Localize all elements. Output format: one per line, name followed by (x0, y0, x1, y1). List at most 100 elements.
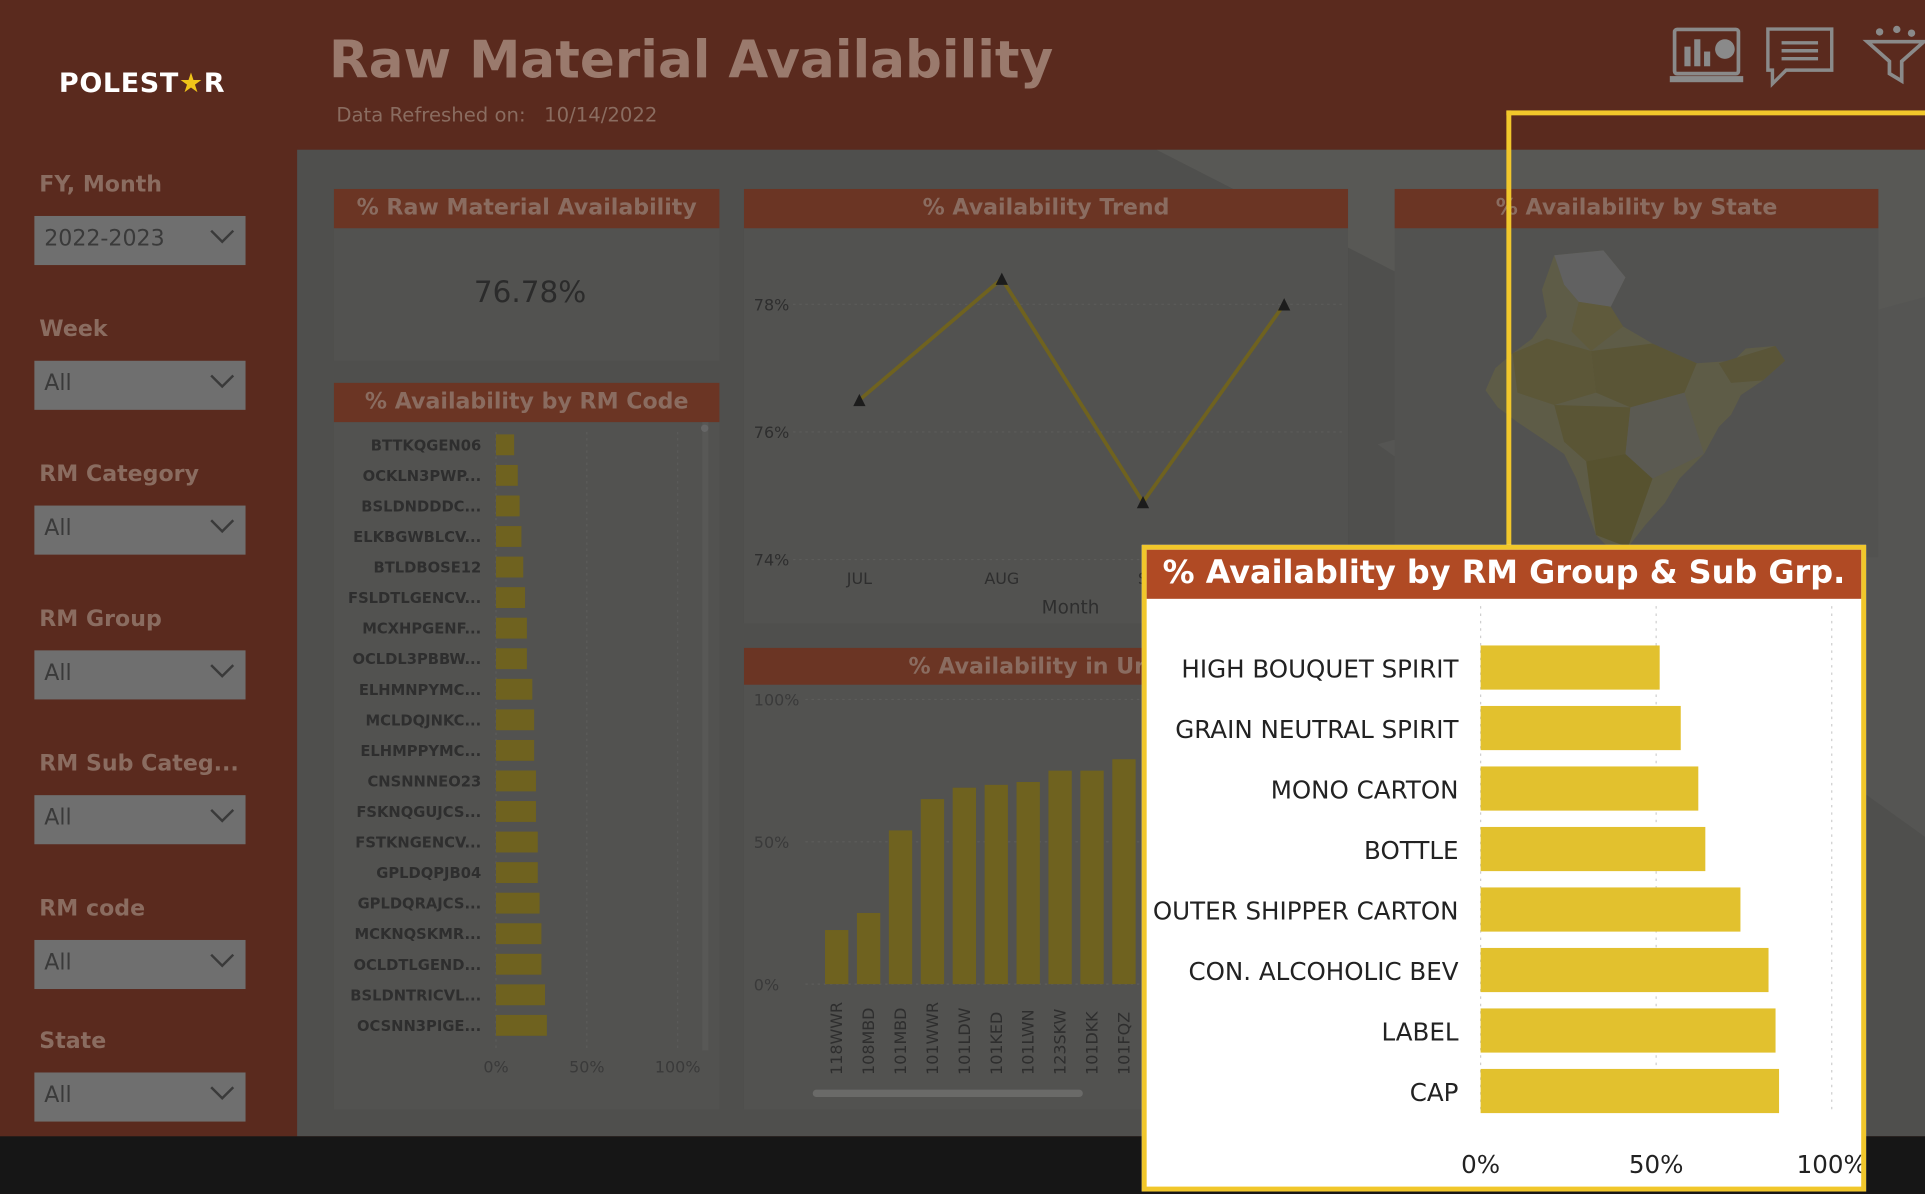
x-axis-title: Month (1042, 598, 1100, 619)
filter-label: FY, Month (39, 171, 163, 198)
category-label: MONO CARTON (1271, 775, 1459, 804)
category-label: BOTTLE (1364, 836, 1458, 865)
filter-dropdown[interactable]: All (34, 1072, 246, 1122)
chevron-down-icon (210, 664, 235, 678)
rm-code-bar (495, 862, 538, 884)
category-label: LABEL (1381, 1017, 1458, 1046)
rm-code-label: ELHMNPYMC... (359, 682, 481, 699)
filter-sidebar: FY, Month 2022-2023 Week All RM Category All R… (0, 147, 298, 1137)
rm-code-label: MCLDQJNKC... (366, 712, 482, 729)
group-bar (1480, 705, 1681, 751)
group-bar (1480, 645, 1660, 690)
filter-dropdown[interactable]: All (34, 795, 246, 845)
x-tick-label: 101MBD (891, 1008, 910, 1075)
rm-code-bar (495, 739, 535, 761)
unit-bar (825, 930, 849, 985)
filter-dropdown[interactable]: All (34, 360, 246, 410)
rm-code-bar (495, 587, 526, 609)
rm-code-label: GPLDQPJB04 (376, 865, 481, 882)
filter-label: State (39, 1028, 107, 1055)
chevron-down-icon (210, 1086, 235, 1100)
rm-group-chart-title: % Availablity by RM Group & Sub Grp. (1146, 549, 1862, 599)
y-tick-label: 0% (754, 975, 779, 994)
x-tick-label: 0% (483, 1057, 508, 1076)
rm-code-label: OCLDL3PBBW... (352, 651, 481, 668)
unit-bar (920, 799, 945, 985)
rm-code-bar (495, 984, 546, 1006)
filter-dropdown[interactable]: All (34, 650, 246, 700)
x-tick-label: 101DKK (1083, 1011, 1102, 1075)
rm-code-bar (495, 648, 527, 670)
filter-dropdown[interactable]: 2022-2023 (34, 215, 246, 266)
rm-code-label: OCLDTLGEND... (353, 957, 481, 974)
y-tick-label: 76% (754, 423, 789, 442)
rm-code-label: MCKNQSKMR... (354, 926, 481, 943)
filter-icon[interactable] (1859, 25, 1925, 89)
rm-code-bar (495, 892, 540, 914)
x-tick-label: 101FQZ (1114, 1012, 1133, 1075)
unit-bar (1048, 770, 1072, 985)
group-bar (1480, 1068, 1780, 1114)
horizontal-scrollbar (812, 1089, 1083, 1098)
rm-code-bar (495, 526, 522, 547)
rm-code-label: GPLDQRAJCS... (358, 896, 482, 913)
filter-value: All (44, 370, 72, 397)
rm-code-bar (495, 801, 536, 822)
rm-code-label: FSTKNGENCV... (355, 835, 481, 852)
rm-code-bar (495, 953, 542, 975)
dashboard: POLEST★R Raw Material Availability Data … (0, 0, 1925, 1194)
filter-dropdown[interactable]: All (34, 939, 246, 990)
rm-code-label: ELHMPPYMC... (360, 743, 481, 760)
y-tick-label: 100% (754, 691, 800, 710)
filter-label: RM Category (39, 461, 199, 488)
category-label: OUTER SHIPPER CARTON (1153, 896, 1459, 925)
x-tick-label: 108MBD (859, 1008, 878, 1075)
chart-report-icon[interactable] (1669, 25, 1744, 89)
trend-marker (995, 272, 1008, 285)
rm-code-bar (495, 709, 535, 731)
rm-code-label: BSLDNTRICVL... (350, 987, 481, 1004)
x-tick-label: 0% (1461, 1150, 1500, 1179)
rm-code-bar (495, 678, 533, 700)
chevron-down-icon (210, 374, 235, 389)
category-label: HIGH BOUQUET SPIRIT (1181, 654, 1459, 683)
rm-code-label: CNSNNNEO23 (367, 773, 481, 790)
category-label: CON. ALCOHOLIC BEV (1188, 957, 1458, 986)
filter-value: All (44, 949, 72, 976)
rm-code-bar (495, 464, 518, 486)
rm-group-zoom-panel: % Availablity by RM Group & Sub Grp. HIG… (1141, 544, 1867, 1192)
rm-code-chart: BTTKQGEN06 OCKLN3PWP... BSLDNDDDC... ELKBGW… (348, 422, 709, 1076)
unit-bar (856, 912, 881, 985)
x-tick-label: 101WWR (923, 1002, 942, 1075)
filter-label: RM Group (39, 606, 162, 632)
unit-bar (1016, 782, 1040, 985)
rm-code-label: OCKLN3PWP... (363, 468, 482, 485)
rm-code-label: ELKBGWBLCV... (353, 529, 481, 546)
comment-icon[interactable] (1763, 25, 1837, 89)
group-bar (1480, 887, 1741, 932)
x-tick-label: 123SKW (1051, 1009, 1070, 1075)
x-tick-label: 101KED (987, 1012, 1006, 1075)
rm-code-bar (495, 556, 524, 578)
group-bar (1480, 766, 1699, 811)
filter-dropdown[interactable]: All (34, 505, 246, 555)
highlight-frame (1506, 110, 1925, 547)
kpi-tile: % Raw Material Availability 76.78% (333, 188, 720, 361)
filter-value: All (44, 804, 72, 831)
filter-value: All (44, 1082, 72, 1109)
rm-code-bar (495, 495, 520, 517)
scrollbar-track (702, 422, 709, 1051)
data-refreshed: Data Refreshed on: 10/14/2022 (336, 103, 669, 126)
x-tick-label: 101LWN (1019, 1009, 1038, 1074)
unit-bar (1112, 759, 1136, 985)
rm-code-label: BTLDBOSE12 (373, 560, 481, 577)
chevron-down-icon (210, 519, 235, 534)
kpi-title: % Raw Material Availability (333, 188, 720, 229)
rm-code-bar (495, 617, 527, 639)
x-tick-label: 118WWR (827, 1002, 846, 1075)
y-tick-label: 78% (754, 295, 789, 314)
page-title: Raw Material Availability (329, 29, 1054, 90)
refreshed-label: Data Refreshed on: (336, 103, 526, 127)
rm-code-title: % Availability by RM Code (333, 382, 720, 423)
rm-code-bar (495, 923, 542, 945)
